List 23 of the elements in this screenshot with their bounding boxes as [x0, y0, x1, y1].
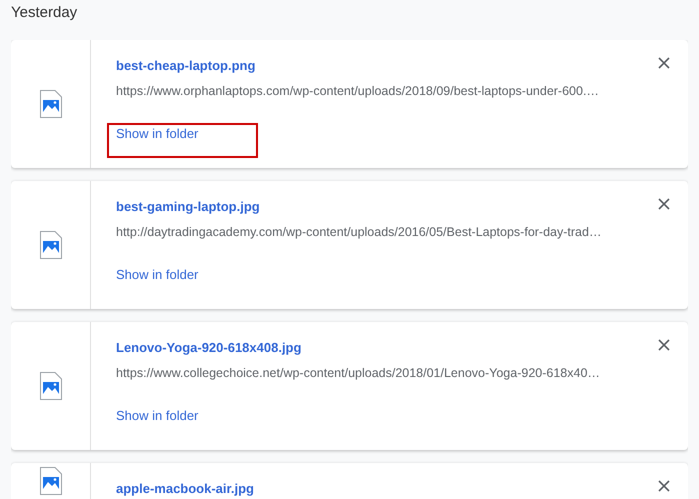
- source-url: https://www.orphanlaptops.com/wp-content/uploads/2018/09/best-laptops-under-600.…: [116, 83, 599, 100]
- source-url: https://www.collegechoice.net/wp-content/uploads/2018/01/Lenovo-Yoga-920-618x40…: [116, 365, 600, 382]
- image-file-icon: [40, 231, 62, 259]
- show-in-folder-link[interactable]: Show in folder: [116, 125, 198, 143]
- close-button[interactable]: [658, 57, 670, 69]
- close-icon: [658, 480, 670, 492]
- close-icon: [658, 57, 670, 69]
- close-icon: [658, 198, 670, 210]
- close-button[interactable]: [658, 198, 670, 210]
- image-file-icon: [40, 372, 62, 400]
- close-button[interactable]: [658, 339, 670, 351]
- file-name-link[interactable]: best-gaming-laptop.jpg: [116, 197, 260, 217]
- file-name-link[interactable]: Lenovo-Yoga-920-618x408.jpg: [116, 338, 302, 358]
- file-name-link[interactable]: best-cheap-laptop.png: [116, 56, 256, 76]
- show-in-folder-link[interactable]: Show in folder: [116, 266, 198, 284]
- show-in-folder-link[interactable]: Show in folder: [116, 407, 198, 425]
- image-file-icon: [40, 467, 62, 495]
- section-heading: Yesterday: [11, 3, 78, 23]
- close-icon: [658, 339, 670, 351]
- image-file-icon: [40, 90, 62, 118]
- close-button[interactable]: [658, 480, 670, 492]
- file-name-link[interactable]: apple-macbook-air.jpg: [116, 479, 254, 499]
- source-url: http://daytradingacademy.com/wp-content/uploads/2016/05/Best-Laptops-for-day-trad…: [116, 224, 602, 241]
